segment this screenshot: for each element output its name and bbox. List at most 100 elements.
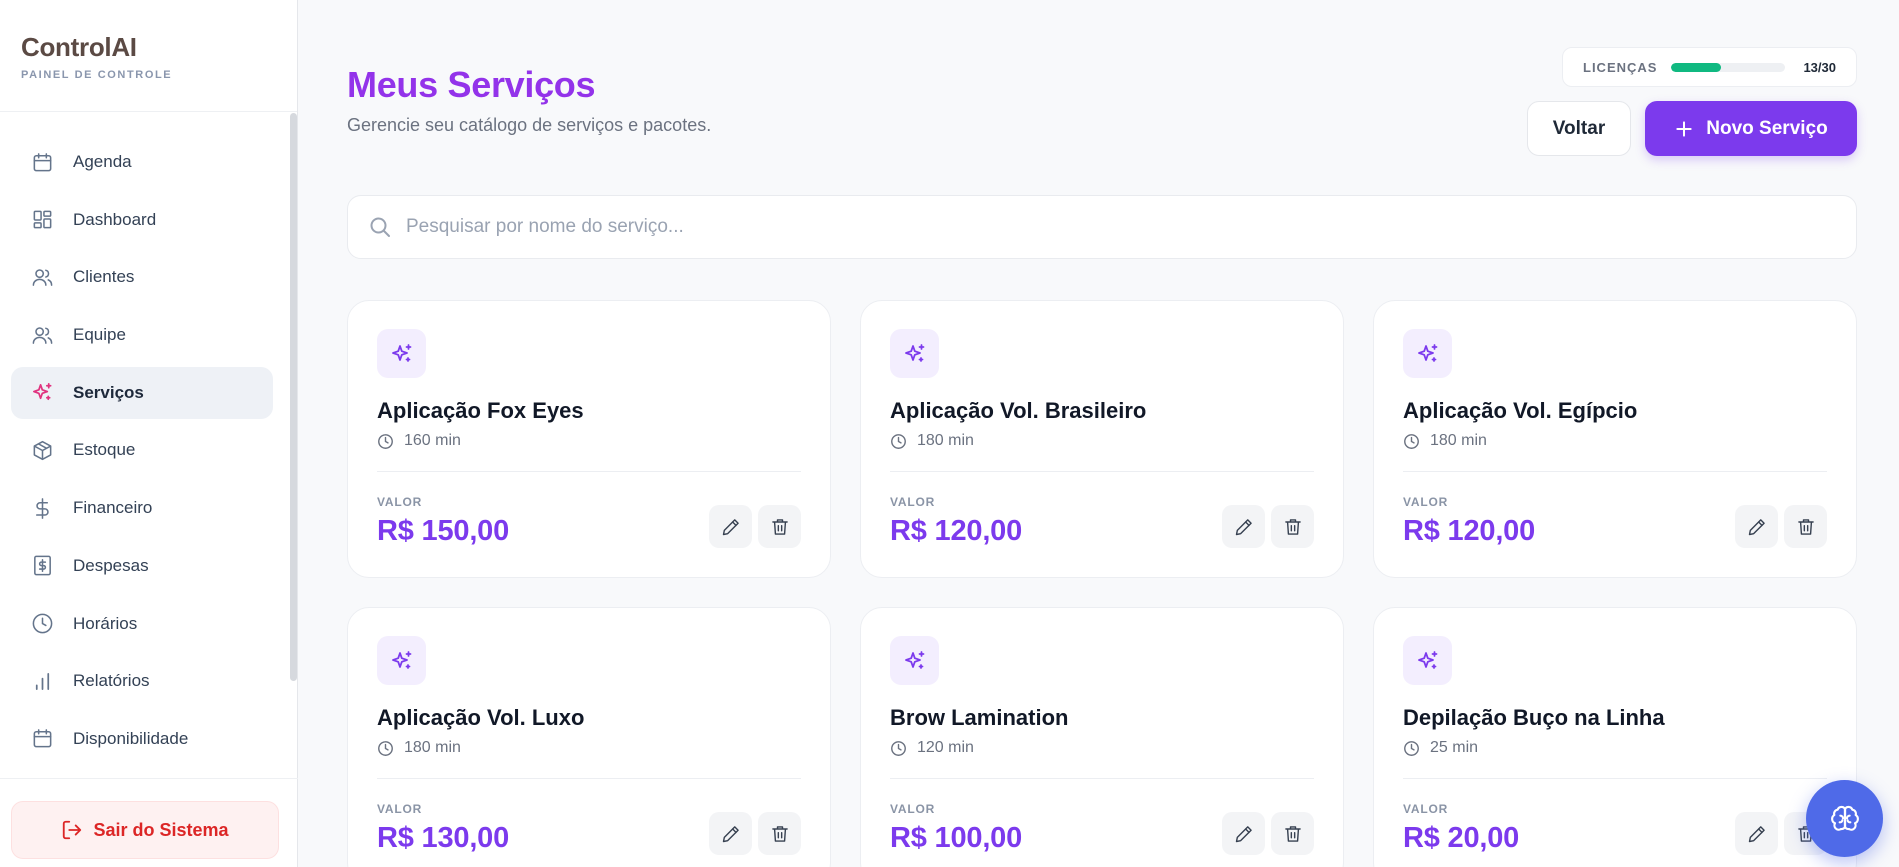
dashboard-grid-icon [30,208,54,232]
clock-icon [891,433,906,449]
sidebar-item-estoque[interactable]: Estoque [11,424,273,476]
service-value-label: VALOR [1403,495,1449,509]
service-value-label: VALOR [377,495,423,509]
sidebar-item-label: Relatórios [73,671,150,691]
service-duration: 120 min [890,739,974,757]
trash-icon [1797,518,1814,535]
card-divider [377,778,801,779]
dollar-icon [30,496,54,520]
sparkles-icon [30,381,54,405]
logout-button[interactable]: Sair do Sistema [11,801,279,859]
new-service-label: Novo Serviço [1706,117,1828,139]
pencil-icon [1235,825,1252,842]
edit-service-button[interactable] [1222,505,1265,548]
card-divider [1403,778,1827,779]
ai-assistant-button[interactable] [1806,780,1883,857]
sparkles-icon [890,329,939,378]
service-card: Aplicação Vol. Egípcio 180 min VALOR R$ … [1373,300,1857,578]
edit-service-button[interactable] [1222,812,1265,855]
clock-icon [891,740,906,756]
trash-icon [771,825,788,842]
sidebar-item-clientes[interactable]: Clientes [11,251,273,303]
clock-icon [1404,740,1419,756]
trash-icon [771,518,788,535]
service-value-label: VALOR [890,802,936,816]
service-price: R$ 130,00 [377,822,510,854]
service-duration-text: 120 min [917,739,974,756]
clock-icon [378,740,393,756]
sparkles-icon [377,636,426,685]
service-duration: 180 min [377,739,461,757]
sidebar-item-agenda[interactable]: Agenda [11,136,273,188]
clock-icon [30,612,54,636]
trash-icon [1284,825,1301,842]
sidebar-item-label: Horários [73,613,138,633]
pencil-icon [1235,518,1252,535]
page-title: Meus Serviços [347,64,596,105]
calendar-icon [30,727,54,751]
sidebar-item-despesas[interactable]: Despesas [11,540,273,592]
team-icon [30,323,54,347]
sidebar-item-disponibilidade[interactable]: Disponibilidade [11,713,273,765]
sidebar-scrollbar[interactable] [290,113,297,681]
service-card: Aplicação Vol. Luxo 180 min VALOR R$ 130… [347,607,831,867]
logout-label: Sair do Sistema [93,819,229,840]
sidebar-item-label: Despesas [73,555,149,575]
sidebar-item-servicos[interactable]: Serviços [11,366,273,419]
sidebar-item-label: Disponibilidade [73,728,189,748]
bar-chart-icon [30,669,54,693]
edit-service-button[interactable] [709,505,752,548]
card-divider [890,471,1314,472]
delete-service-button[interactable] [758,812,801,855]
sidebar-item-dashboard[interactable]: Dashboard [11,194,273,246]
service-duration-text: 180 min [1430,432,1487,449]
pencil-icon [1748,518,1765,535]
service-name: Aplicação Vol. Brasileiro [890,398,1147,423]
sidebar-item-label: Financeiro [73,498,153,518]
sidebar-item-label: Equipe [73,325,126,345]
delete-service-button[interactable] [1784,505,1827,548]
delete-service-button[interactable] [1271,505,1314,548]
service-card: Depilação Buço na Linha 25 min VALOR R$ … [1373,607,1857,867]
clock-icon [378,433,393,449]
service-duration-text: 25 min [1430,739,1479,756]
delete-service-button[interactable] [1271,812,1314,855]
service-value-label: VALOR [377,802,423,816]
sparkles-icon [1403,329,1452,378]
package-icon [30,438,54,462]
delete-service-button[interactable] [758,505,801,548]
sparkles-icon [890,636,939,685]
service-value-label: VALOR [890,495,936,509]
card-divider [377,471,801,472]
new-service-button[interactable]: Novo Serviço [1645,101,1857,156]
sidebar-item-equipe[interactable]: Equipe [11,309,273,361]
service-value-label: VALOR [1403,802,1449,816]
edit-service-button[interactable] [709,812,752,855]
service-name: Aplicação Vol. Egípcio [1403,398,1638,423]
service-price: R$ 150,00 [377,515,510,547]
sidebar-item-horarios[interactable]: Horários [11,598,273,650]
pencil-icon [722,518,739,535]
edit-service-button[interactable] [1735,812,1778,855]
search-icon [370,217,390,237]
service-name: Aplicação Fox Eyes [377,398,584,423]
sidebar-item-relatorios[interactable]: Relatórios [11,655,273,707]
service-duration: 160 min [377,432,461,450]
brand-title: ControlAI [21,32,137,62]
service-name: Depilação Buço na Linha [1403,705,1665,730]
license-progress-bar [1671,62,1786,72]
plus-icon [1676,120,1692,137]
service-name: Aplicação Vol. Luxo [377,705,585,730]
edit-service-button[interactable] [1735,505,1778,548]
back-button[interactable]: Voltar [1527,101,1631,156]
service-duration: 180 min [1403,432,1487,450]
service-duration-text: 160 min [404,432,461,449]
sidebar-item-financeiro[interactable]: Financeiro [11,482,273,534]
pencil-icon [722,825,739,842]
receipt-icon [30,554,54,578]
service-name: Brow Lamination [890,705,1069,730]
service-duration: 180 min [890,432,974,450]
sidebar-item-label: Clientes [73,267,135,287]
service-card: Aplicação Fox Eyes 160 min VALOR R$ 150,… [347,300,831,578]
search-input[interactable] [406,216,1806,238]
